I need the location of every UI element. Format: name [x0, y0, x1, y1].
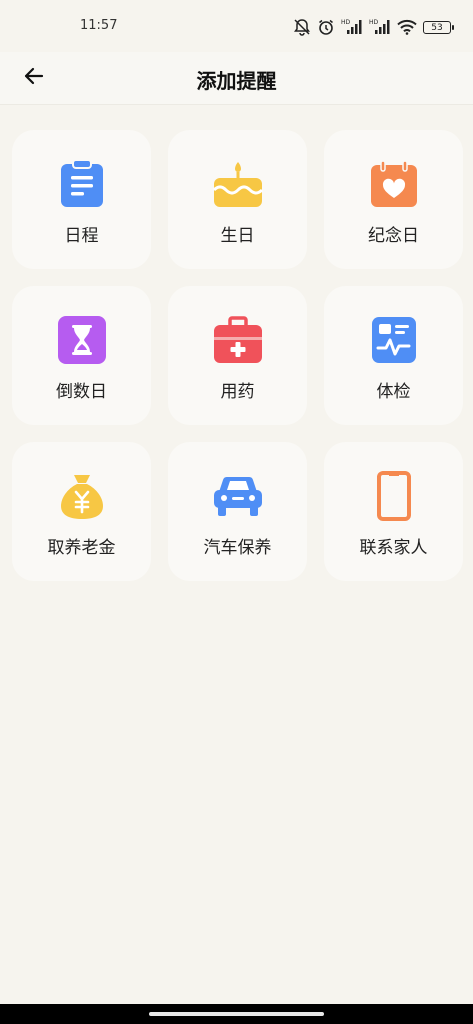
battery-icon: 53	[423, 20, 454, 34]
medicine-kit-icon	[211, 313, 265, 367]
reminder-type-anniversary[interactable]: 纪念日	[324, 130, 463, 269]
reminder-type-birthday[interactable]: 生日	[168, 130, 307, 269]
reminder-type-label: 联系家人	[359, 538, 428, 558]
health-check-icon	[367, 313, 421, 367]
navigation-bar	[0, 1004, 473, 1024]
reminder-type-schedule[interactable]: 日程	[12, 130, 151, 269]
reminder-type-countdown[interactable]: 倒数日	[12, 286, 151, 425]
hourglass-icon	[55, 313, 109, 367]
reminder-type-label: 纪念日	[368, 226, 419, 246]
status-time: 11:57	[80, 18, 118, 33]
reminder-type-label: 生日	[220, 226, 255, 246]
svg-text:HD: HD	[341, 19, 351, 26]
reminder-type-label: 汽车保养	[203, 538, 272, 558]
reminder-type-checkup[interactable]: 体检	[324, 286, 463, 425]
page-title: 添加提醒	[196, 69, 277, 93]
reminder-type-label: 体检	[376, 382, 411, 402]
birthday-cake-icon	[211, 157, 265, 211]
calendar-heart-icon	[367, 157, 421, 211]
reminder-type-car-maintenance[interactable]: 汽车保养	[168, 442, 307, 581]
reminder-type-medicine[interactable]: 用药	[168, 286, 307, 425]
svg-text:HD: HD	[369, 19, 379, 26]
status-icons: HD HD 53	[293, 16, 454, 38]
reminder-type-label: 日程	[64, 226, 99, 246]
reminder-type-label: 取养老金	[47, 538, 116, 558]
reminder-type-label: 倒数日	[56, 382, 107, 402]
reminder-type-contact-family[interactable]: 联系家人	[324, 442, 463, 581]
wifi-icon	[397, 19, 417, 35]
home-indicator[interactable]	[149, 1012, 324, 1016]
signal-hd-icon: HD	[369, 18, 391, 36]
alarm-icon	[317, 18, 335, 36]
mute-bell-icon	[293, 18, 311, 36]
schedule-clipboard-icon	[55, 157, 109, 211]
phone-icon	[367, 469, 421, 523]
status-bar: 11:57 HD HD 53	[0, 0, 473, 52]
reminder-type-pension[interactable]: 取养老金	[12, 442, 151, 581]
reminder-type-label: 用药	[220, 382, 255, 402]
reminder-type-grid: 日程 生日 纪念日 倒数日 用药 体检 取养老金 汽车保养 联系家人	[12, 130, 463, 581]
signal-hd-icon: HD	[341, 18, 363, 36]
money-bag-icon	[55, 469, 109, 523]
header: 添加提醒	[0, 52, 473, 105]
car-icon	[211, 469, 265, 523]
